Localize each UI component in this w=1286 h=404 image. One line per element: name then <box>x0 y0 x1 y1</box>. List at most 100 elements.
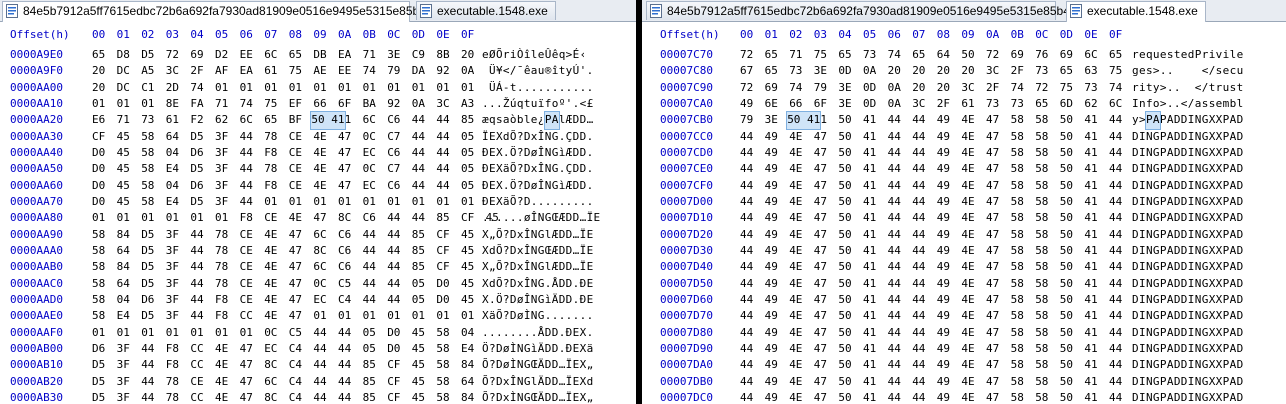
hex-byte[interactable]: 50 <box>838 145 851 161</box>
hex-byte[interactable]: 58 <box>1011 227 1024 243</box>
hex-byte[interactable]: 01 <box>387 80 400 96</box>
hex-byte[interactable]: 47 <box>240 390 253 404</box>
hex-byte[interactable]: 78 <box>264 129 277 145</box>
hex-byte[interactable]: 44 <box>888 145 901 161</box>
hex-byte[interactable]: 44 <box>888 210 901 226</box>
hex-byte[interactable]: 50 <box>838 357 851 373</box>
ascii-cell[interactable]: DINGPADDINGXXPAD <box>1132 292 1244 308</box>
hex-byte[interactable]: 50 <box>1060 390 1073 404</box>
hex-byte[interactable]: C6 <box>338 243 351 259</box>
hex-byte[interactable]: 71 <box>789 47 802 63</box>
hex-byte[interactable]: 45 <box>461 227 474 243</box>
hex-byte[interactable]: 58 <box>141 145 154 161</box>
hex-byte[interactable]: CC <box>190 390 203 404</box>
hex-byte[interactable]: 58 <box>1011 325 1024 341</box>
hex-byte[interactable]: 41 <box>1084 243 1097 259</box>
hex-byte[interactable]: EA <box>338 47 351 63</box>
hex-byte[interactable]: 0C <box>363 161 376 177</box>
right-tab-executable[interactable]: executable.1548.exe <box>1066 1 1206 22</box>
hex-byte[interactable]: DC <box>117 63 130 79</box>
hex-byte[interactable]: 44 <box>1109 308 1122 324</box>
hex-byte[interactable]: 65 <box>765 63 778 79</box>
hex-byte[interactable]: 4E <box>264 227 277 243</box>
hex-byte[interactable]: 44 <box>141 357 154 373</box>
hex-byte[interactable]: 61 <box>961 96 974 112</box>
hex-byte[interactable]: 58 <box>1035 243 1048 259</box>
hex-byte[interactable]: 45 <box>461 259 474 275</box>
hex-byte[interactable]: 47 <box>814 210 827 226</box>
hex-byte[interactable]: 47 <box>240 341 253 357</box>
hex-byte[interactable]: 44 <box>1109 145 1122 161</box>
hex-byte[interactable]: 45 <box>412 390 425 404</box>
hex-byte[interactable]: 41 <box>863 161 876 177</box>
hex-byte[interactable]: 4E <box>789 341 802 357</box>
selection-ascii-highlight[interactable]: PA <box>1144 111 1161 130</box>
hex-byte[interactable]: 44 <box>190 243 203 259</box>
hex-byte[interactable]: 20 <box>461 47 474 63</box>
hex-byte[interactable]: E4 <box>166 194 179 210</box>
hex-byte[interactable]: 61 <box>166 112 179 128</box>
hex-byte[interactable]: 44 <box>912 194 925 210</box>
hex-byte[interactable]: 50 <box>1060 357 1073 373</box>
hex-byte[interactable]: 2F <box>190 63 203 79</box>
hex-byte[interactable]: 44 <box>740 227 753 243</box>
hex-byte[interactable]: 58 <box>1035 325 1048 341</box>
ascii-cell[interactable]: DINGPADDINGXXPAD <box>1132 145 1244 161</box>
hex-byte[interactable]: CE <box>264 210 277 226</box>
hex-byte[interactable]: 50 <box>1060 325 1073 341</box>
hex-byte[interactable]: 44 <box>412 210 425 226</box>
hex-byte[interactable]: 50 <box>838 374 851 390</box>
hex-byte[interactable]: 3F <box>215 129 228 145</box>
hex-byte[interactable]: 74 <box>363 63 376 79</box>
hex-byte[interactable]: 4E <box>264 292 277 308</box>
hex-byte[interactable]: 44 <box>1109 112 1122 128</box>
hex-byte[interactable]: 01 <box>436 194 449 210</box>
hex-byte[interactable]: 0A <box>888 96 901 112</box>
hex-byte[interactable]: 01 <box>461 308 474 324</box>
hex-byte[interactable]: 8C <box>338 210 351 226</box>
hex-byte[interactable]: 44 <box>1109 357 1122 373</box>
hex-byte[interactable]: 49 <box>937 390 950 404</box>
hex-byte[interactable]: 4E <box>789 194 802 210</box>
hex-byte[interactable]: C7 <box>387 161 400 177</box>
hex-byte[interactable]: 41 <box>863 390 876 404</box>
hex-byte[interactable]: 41 <box>863 276 876 292</box>
hex-byte[interactable]: 44 <box>888 390 901 404</box>
hex-byte[interactable]: 41 <box>863 145 876 161</box>
hex-byte[interactable]: 49 <box>765 341 778 357</box>
hex-byte[interactable]: 47 <box>986 178 999 194</box>
hex-byte[interactable]: 6C <box>313 259 326 275</box>
hex-byte[interactable]: DC <box>117 80 130 96</box>
hex-byte[interactable]: FA <box>190 96 203 112</box>
hex-byte[interactable]: 3E <box>765 112 778 128</box>
hex-byte[interactable]: 69 <box>1011 47 1024 63</box>
hex-byte[interactable]: E4 <box>166 161 179 177</box>
hex-byte[interactable]: 04 <box>461 325 474 341</box>
hex-byte[interactable]: 41 <box>1084 145 1097 161</box>
hex-byte[interactable]: 41 <box>1084 357 1097 373</box>
hex-byte[interactable]: 0C <box>313 276 326 292</box>
ascii-cell[interactable]: ÏEXdÕ?DxÎNG.ÇDD. <box>482 129 594 145</box>
hex-byte[interactable]: 44 <box>1109 178 1122 194</box>
hex-byte[interactable]: CC <box>240 308 253 324</box>
hex-byte[interactable]: 44 <box>190 292 203 308</box>
hex-byte[interactable]: 84 <box>461 357 474 373</box>
ascii-cell[interactable]: X„Õ?DxÎNGlÆDD…ÏE <box>482 259 594 275</box>
hex-byte[interactable]: 61 <box>264 63 277 79</box>
hex-byte[interactable]: BA <box>363 96 376 112</box>
hex-byte[interactable]: 3F <box>215 145 228 161</box>
hex-byte[interactable]: 47 <box>986 227 999 243</box>
hex-byte[interactable]: 58 <box>92 276 105 292</box>
hex-byte[interactable]: 01 <box>264 80 277 96</box>
hex-byte[interactable]: 49 <box>937 161 950 177</box>
hex-byte[interactable]: 50 <box>838 129 851 145</box>
hex-byte[interactable]: 41 <box>863 129 876 145</box>
hex-byte[interactable]: 45 <box>412 341 425 357</box>
ascii-cell[interactable]: ......øÎNGŒÆDD…ÏE <box>482 210 601 226</box>
hex-byte[interactable]: 44 <box>888 129 901 145</box>
hex-byte[interactable]: 44 <box>888 227 901 243</box>
hex-byte[interactable]: 44 <box>740 308 753 324</box>
hex-byte[interactable]: 4E <box>961 210 974 226</box>
hex-byte[interactable]: 50 <box>1060 341 1073 357</box>
hex-byte[interactable]: 58 <box>436 325 449 341</box>
